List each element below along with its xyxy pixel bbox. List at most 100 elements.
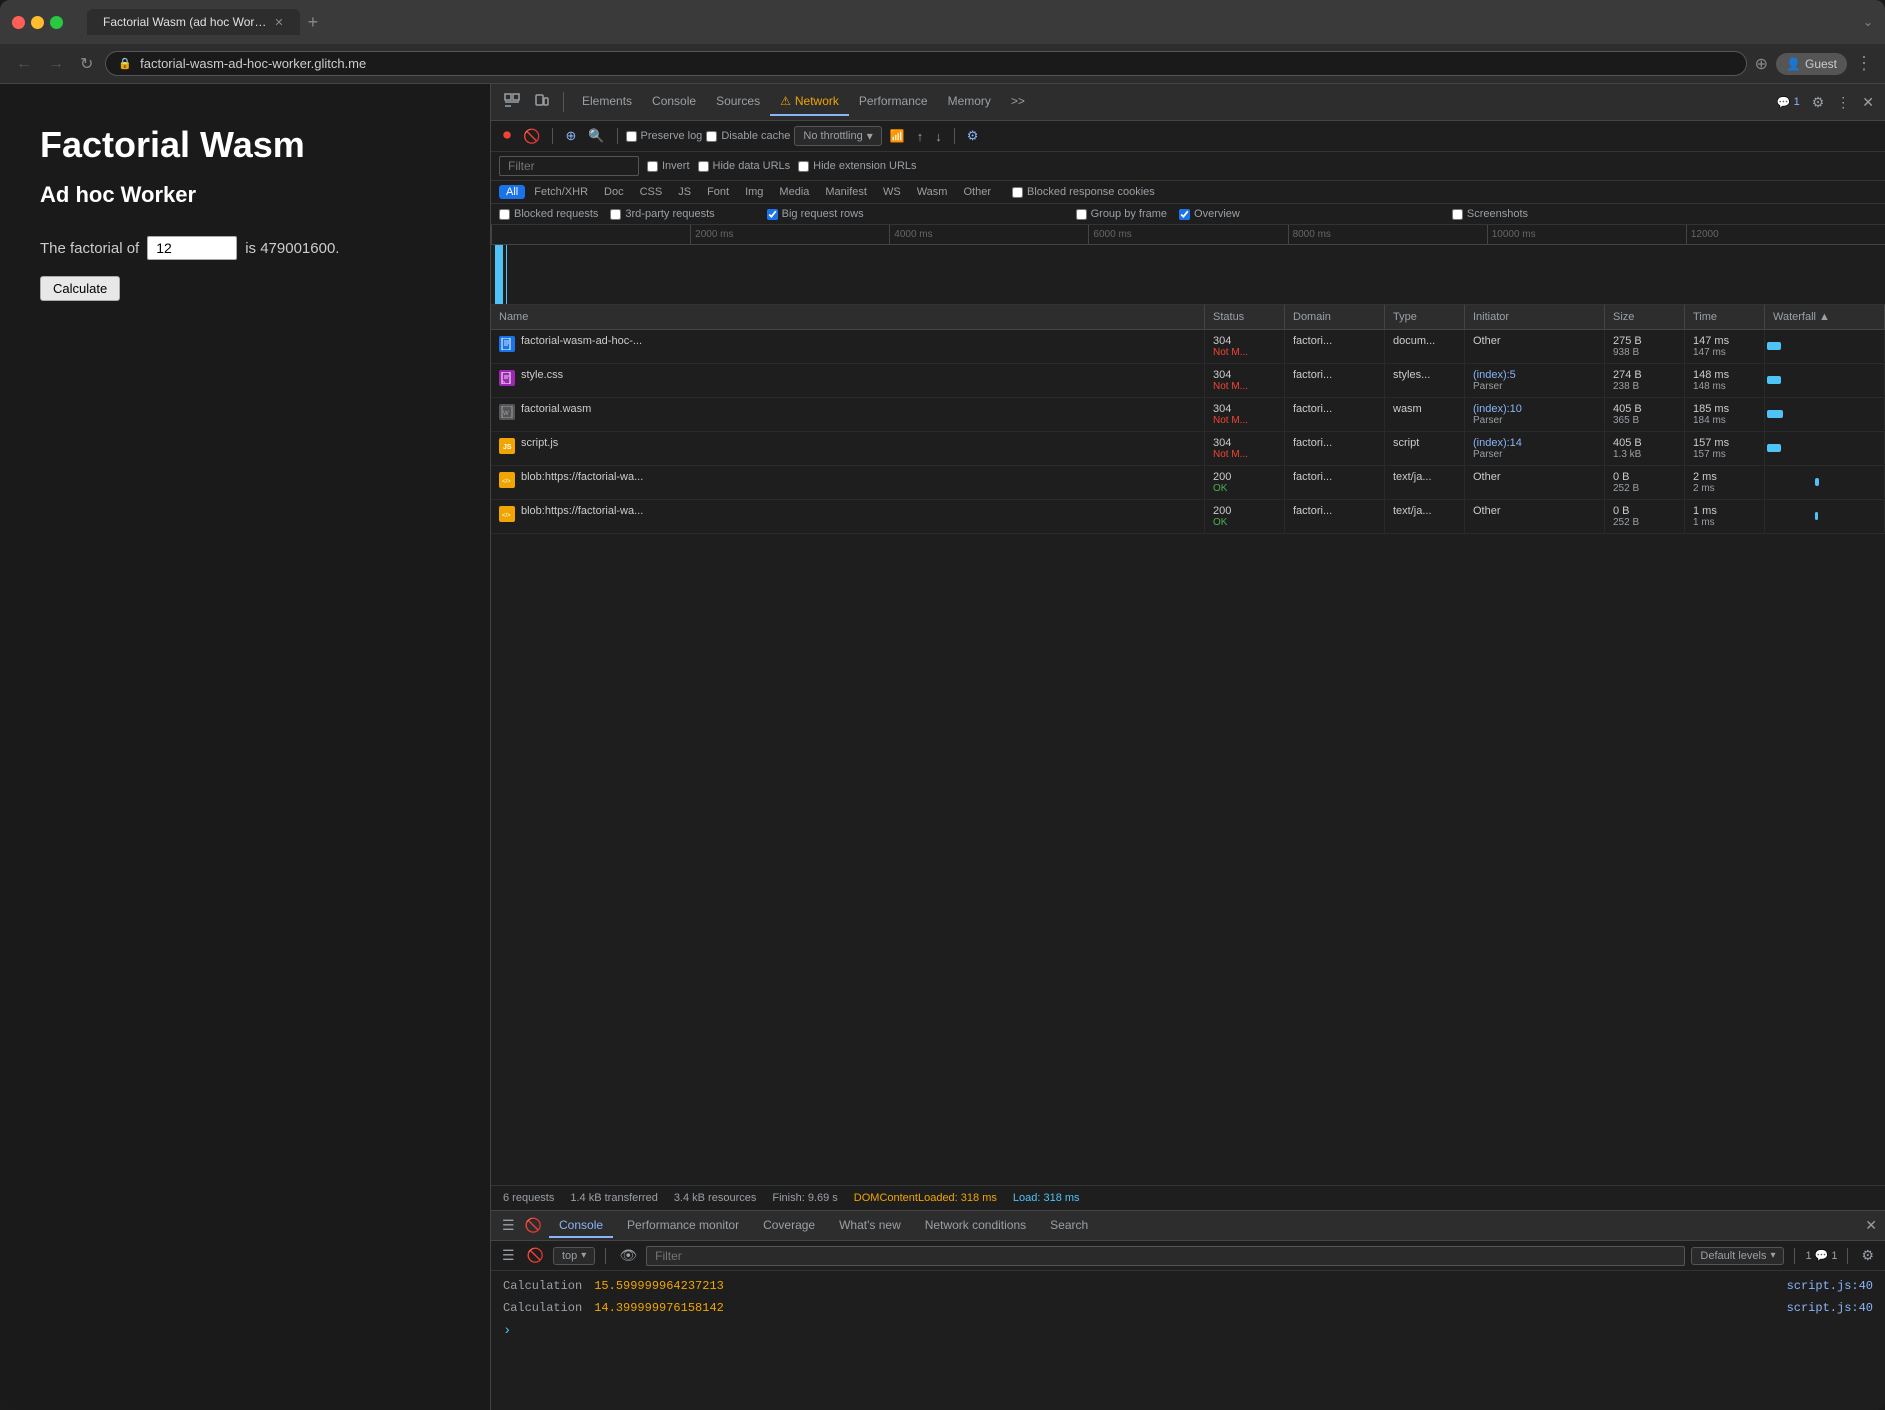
issue-badge[interactable]: 1 💬 1 [1805, 1249, 1837, 1262]
tab-console[interactable]: Console [642, 88, 706, 116]
filter-other[interactable]: Other [956, 185, 998, 199]
record-button[interactable]: ⏺ [499, 125, 515, 147]
more-options-devtools-button[interactable]: ⋮ [1833, 91, 1853, 114]
table-row[interactable]: JS script.js 304 Not M... factori... scr [491, 432, 1885, 466]
issues-button[interactable]: 💬1 [1774, 93, 1803, 112]
minimize-button[interactable] [31, 16, 44, 29]
console-sidebar-toggle[interactable]: ☰ [499, 1244, 518, 1267]
disable-cache-checkbox[interactable] [706, 131, 717, 142]
th-size[interactable]: Size [1605, 305, 1685, 329]
inspect-element-button[interactable] [499, 90, 525, 115]
filter-input[interactable] [499, 156, 639, 176]
zoom-button[interactable]: ⊕ [1755, 54, 1768, 74]
clear-button[interactable]: 🚫 [519, 126, 544, 147]
filter-doc[interactable]: Doc [597, 185, 631, 199]
table-row[interactable]: style.css 304 Not M... factori... styles… [491, 364, 1885, 398]
th-time[interactable]: Time [1685, 305, 1765, 329]
close-devtools-button[interactable]: ✕ [1859, 91, 1877, 114]
blocked-cookies-checkbox[interactable] [1012, 187, 1023, 198]
third-party-checkbox[interactable] [610, 209, 621, 220]
filter-manifest[interactable]: Manifest [818, 185, 874, 199]
invert-checkbox[interactable] [647, 161, 658, 172]
overview-checkbox[interactable] [1179, 209, 1190, 220]
tab-network[interactable]: ⚠ Network [770, 88, 849, 116]
filter-img[interactable]: Img [738, 185, 770, 199]
expand-icon[interactable]: ⌄ [1863, 15, 1873, 29]
more-options-button[interactable]: ⋮ [1855, 53, 1873, 74]
overview-label[interactable]: Overview [1179, 208, 1240, 220]
console-sidebar-button[interactable]: ☰ [499, 1214, 518, 1237]
console-prompt[interactable]: › [491, 1319, 1885, 1343]
th-status[interactable]: Status [1205, 305, 1285, 329]
console-link-0[interactable]: script.js:40 [1787, 1279, 1873, 1293]
disable-cache-label[interactable]: Disable cache [706, 130, 790, 142]
screenshots-checkbox[interactable] [1452, 209, 1463, 220]
table-row[interactable]: W factorial.wasm 304 Not M... factori... [491, 398, 1885, 432]
console-tab-network-conditions[interactable]: Network conditions [915, 1214, 1036, 1238]
th-initiator[interactable]: Initiator [1465, 305, 1605, 329]
initiator-link-3[interactable]: (index):14 [1473, 437, 1596, 449]
initiator-link-1[interactable]: (index):5 [1473, 369, 1596, 381]
filter-toggle-button[interactable]: ⊕ [561, 126, 580, 146]
reload-button[interactable]: ↻ [76, 50, 97, 78]
address-bar[interactable]: 🔒 factorial-wasm-ad-hoc-worker.glitch.me [105, 51, 1746, 76]
th-domain[interactable]: Domain [1285, 305, 1385, 329]
forward-button[interactable]: → [44, 51, 68, 77]
export-har-button[interactable]: ↓ [931, 127, 946, 146]
devtools-settings-button2[interactable]: ⚙ [963, 126, 983, 146]
import-har-button[interactable]: ↑ [913, 127, 928, 146]
big-request-rows-checkbox[interactable] [767, 209, 778, 220]
preserve-log-checkbox[interactable] [626, 131, 637, 142]
console-tab-perf-monitor[interactable]: Performance monitor [617, 1214, 749, 1238]
guest-button[interactable]: 👤 Guest [1776, 53, 1847, 75]
maximize-button[interactable] [50, 16, 63, 29]
hide-ext-urls-checkbox[interactable] [798, 161, 809, 172]
browser-tab[interactable]: Factorial Wasm (ad hoc Wor… ✕ [87, 9, 300, 35]
hide-ext-urls-label[interactable]: Hide extension URLs [798, 160, 916, 172]
console-settings-button[interactable]: ⚙ [1858, 1244, 1877, 1267]
new-tab-button[interactable]: + [308, 12, 319, 33]
console-clear-button[interactable]: 🚫 [522, 1214, 545, 1237]
big-request-rows-label[interactable]: Big request rows [767, 208, 864, 220]
log-levels-selector[interactable]: Default levels ▾ [1691, 1247, 1784, 1265]
blocked-requests-label[interactable]: Blocked requests [499, 208, 598, 220]
console-filter-input[interactable] [646, 1246, 1685, 1266]
th-name[interactable]: Name [491, 305, 1205, 329]
console-tab-whats-new[interactable]: What's new [829, 1214, 911, 1238]
initiator-link-2[interactable]: (index):10 [1473, 403, 1596, 415]
filter-js[interactable]: JS [671, 185, 698, 199]
invert-label[interactable]: Invert [647, 160, 690, 172]
back-button[interactable]: ← [12, 51, 36, 77]
network-conditions-button[interactable]: 📶 [886, 127, 909, 145]
console-tab-search[interactable]: Search [1040, 1214, 1098, 1238]
filter-all[interactable]: All [499, 185, 525, 199]
filter-wasm[interactable]: Wasm [910, 185, 955, 199]
table-row[interactable]: </> blob:https://factorial-wa... 200 OK … [491, 500, 1885, 534]
group-by-frame-checkbox[interactable] [1076, 209, 1087, 220]
third-party-label[interactable]: 3rd-party requests [610, 208, 714, 220]
console-tab-console[interactable]: Console [549, 1214, 613, 1238]
search-button[interactable]: 🔍 [584, 126, 608, 146]
tab-close-icon[interactable]: ✕ [274, 16, 283, 29]
preserve-log-label[interactable]: Preserve log [626, 130, 703, 142]
filter-font[interactable]: Font [700, 185, 736, 199]
table-row[interactable]: factorial-wasm-ad-hoc-... 304 Not M... f… [491, 330, 1885, 364]
th-type[interactable]: Type [1385, 305, 1465, 329]
table-row[interactable]: </> blob:https://factorial-wa... 200 OK … [491, 466, 1885, 500]
tab-performance[interactable]: Performance [849, 88, 938, 116]
blocked-cookies-label[interactable]: Blocked response cookies [1012, 186, 1155, 198]
filter-ws[interactable]: WS [876, 185, 908, 199]
filter-media[interactable]: Media [772, 185, 816, 199]
hide-data-urls-checkbox[interactable] [698, 161, 709, 172]
screenshots-label[interactable]: Screenshots [1452, 208, 1528, 220]
console-close-button[interactable]: ✕ [1865, 1217, 1877, 1234]
blocked-requests-checkbox[interactable] [499, 209, 510, 220]
console-clear-btn2[interactable]: 🚫 [524, 1244, 547, 1267]
tab-more[interactable]: >> [1001, 88, 1035, 116]
tab-sources[interactable]: Sources [706, 88, 770, 116]
tab-memory[interactable]: Memory [938, 88, 1001, 116]
group-by-frame-label[interactable]: Group by frame [1076, 208, 1167, 220]
console-eye-button[interactable]: 👁 [616, 1244, 640, 1267]
hide-data-urls-label[interactable]: Hide data URLs [698, 160, 791, 172]
filter-css[interactable]: CSS [633, 185, 670, 199]
